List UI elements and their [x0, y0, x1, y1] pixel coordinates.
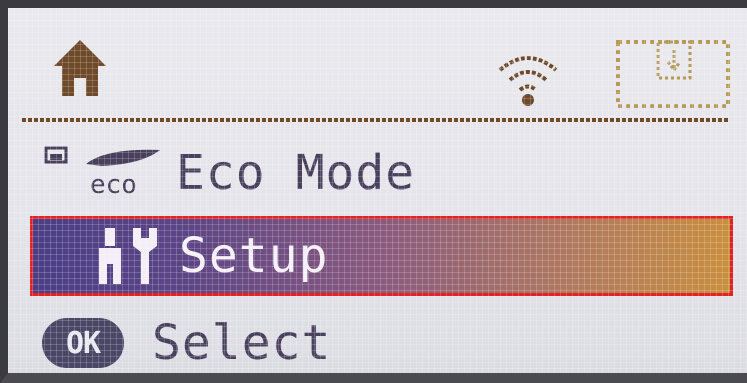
- printer-lcd-screen: eco Eco Mode Setup OK Select: [0, 0, 747, 383]
- small-rect-icon: [44, 146, 68, 164]
- select-label: Select: [152, 315, 332, 371]
- ok-button-icon[interactable]: OK: [42, 318, 124, 368]
- menu-item-eco-mode[interactable]: eco Eco Mode: [22, 136, 729, 210]
- wifi-icon: [498, 56, 558, 106]
- status-divider: [22, 118, 729, 122]
- menu-item-label: Eco Mode: [176, 145, 416, 201]
- ok-label: OK: [65, 325, 101, 361]
- menu-item-setup[interactable]: Setup: [30, 216, 733, 296]
- eco-leaf-icon: [86, 149, 160, 166]
- status-bar: [8, 8, 747, 122]
- home-icon[interactable]: [52, 38, 108, 98]
- eco-icon-text: eco: [90, 170, 137, 200]
- select-hint: OK Select: [22, 306, 729, 373]
- ink-cartridge-icon: [616, 40, 730, 108]
- wrench-icon: [99, 228, 157, 284]
- menu-item-label: Setup: [179, 228, 329, 284]
- eco-icon-group: eco: [22, 136, 172, 210]
